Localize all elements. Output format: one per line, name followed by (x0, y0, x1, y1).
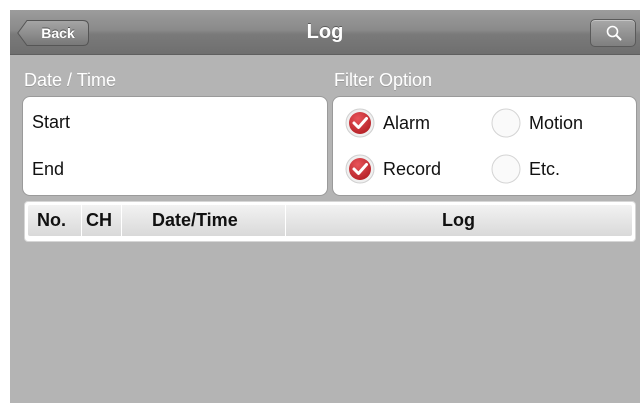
end-label[interactable]: End (32, 159, 64, 180)
column-divider (121, 205, 122, 236)
back-button-label: Back (41, 25, 75, 41)
column-header-date-time[interactable]: Date/Time (152, 205, 238, 236)
start-label[interactable]: Start (32, 112, 70, 133)
filter-option-label: Record (383, 159, 442, 179)
filter-option-label: Etc. (529, 159, 561, 179)
checked-radio-icon (345, 108, 375, 138)
log-table-header: No. CH Date/Time Log (28, 205, 632, 236)
log-screen: Back Log Date / Time Start End Filter Op… (10, 10, 640, 403)
date-time-panel: Start End (22, 96, 328, 196)
filter-option-alarm[interactable]: Alarm (345, 108, 475, 140)
date-time-header: Date / Time (24, 70, 117, 90)
filter-option-header: Filter Option (334, 70, 433, 90)
column-header-log[interactable]: Log (285, 205, 632, 236)
filter-option-motion[interactable]: Motion (491, 108, 631, 140)
filter-option-label: Motion (529, 113, 584, 133)
back-button[interactable]: Back (17, 20, 89, 46)
unchecked-radio-icon (491, 154, 521, 184)
filter-option-label: Alarm (383, 113, 431, 133)
column-header-no[interactable]: No. (37, 205, 66, 236)
navigation-bar: Back Log (10, 10, 640, 55)
column-divider (81, 205, 82, 236)
filter-option-panel: Alarm Motion Record Etc. (332, 96, 637, 196)
filter-option-record[interactable]: Record (345, 154, 475, 186)
column-header-ch[interactable]: CH (86, 205, 112, 236)
checked-radio-icon (345, 154, 375, 184)
search-icon (606, 25, 622, 41)
page-title: Log (306, 21, 344, 43)
search-button[interactable] (590, 19, 636, 47)
log-table: No. CH Date/Time Log (24, 201, 636, 242)
filter-option-etc[interactable]: Etc. (491, 154, 631, 186)
unchecked-radio-icon (491, 108, 521, 138)
